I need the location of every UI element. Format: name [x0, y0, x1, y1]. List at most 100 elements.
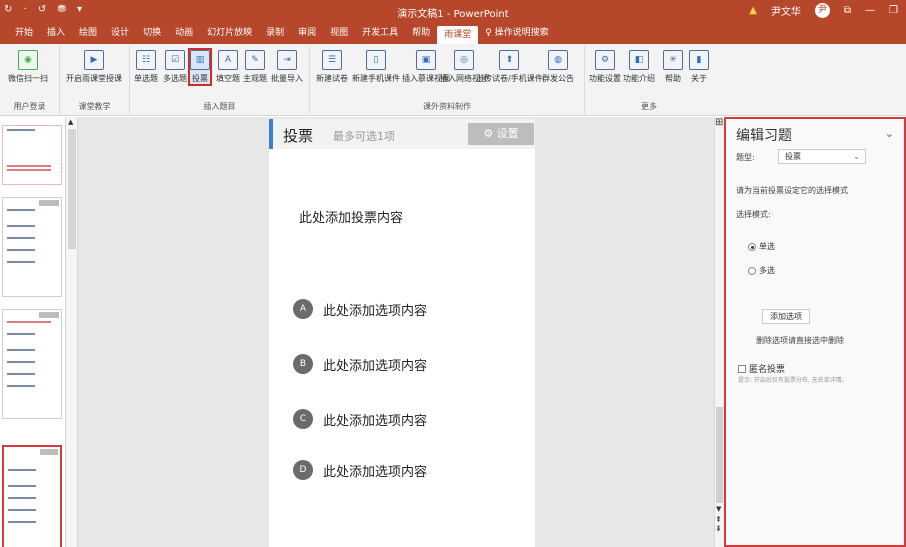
mode-multi-radio[interactable]: 多选: [748, 265, 775, 276]
option-text: 此处添加选项内容: [323, 413, 428, 429]
add-option-button[interactable]: 添加选项: [762, 309, 810, 324]
question-subtitle: 最多可选1项: [333, 130, 395, 143]
option-d[interactable]: D 此处添加选项内容: [293, 460, 427, 480]
group-user-login: ◉ 微信扫一扫 用户登录: [0, 46, 60, 114]
wechat-icon: ◉: [18, 50, 38, 70]
thumbnail-line: [7, 361, 35, 363]
thumbnail-line: [7, 321, 51, 323]
tab-record[interactable]: 录制: [259, 22, 291, 44]
import-icon: ⇥: [277, 50, 297, 70]
canvas-scrollbar[interactable]: ⊞ ▼ ⇞ ⇟: [714, 117, 724, 547]
ribbon: ◉ 微信扫一扫 用户登录 ▶ 开启雨课堂授课 课堂教学 ☷ 单选题 ☑ 多选题 …: [0, 44, 906, 116]
single-choice-button[interactable]: ☷ 单选题: [134, 50, 158, 84]
multi-choice-icon: ☑: [165, 50, 185, 70]
upload-exam-label: 上传试卷/手机课件: [476, 74, 543, 83]
new-exam-button[interactable]: ☰ 新建试卷: [316, 50, 348, 84]
tab-developer[interactable]: 开发工具: [355, 22, 405, 44]
option-text: 此处添加选项内容: [323, 303, 428, 319]
multi-choice-button[interactable]: ☑ 多选题: [163, 50, 187, 84]
collapse-pane-icon[interactable]: ⊞: [715, 117, 723, 128]
tell-me-search[interactable]: ♀ 操作说明搜索: [478, 22, 555, 44]
upload-exam-button[interactable]: ⬆ 上传试卷/手机课件: [476, 50, 543, 84]
option-a[interactable]: A 此处添加选项内容: [293, 299, 427, 319]
group-classroom: ▶ 开启雨课堂授课 课堂教学: [60, 46, 130, 114]
thumbnail-line: [7, 249, 35, 251]
tab-view[interactable]: 视图: [323, 22, 355, 44]
vote-button[interactable]: ▥ 投票: [188, 48, 212, 86]
start-class-button[interactable]: ▶ 开启雨课堂授课: [66, 50, 122, 84]
group-label-classroom: 课堂教学: [78, 102, 111, 111]
slide-thumbnail[interactable]: [2, 197, 62, 297]
announcement-label: 群发公告: [542, 74, 574, 83]
mode-label: 选择模式:: [736, 210, 771, 219]
mode-single-radio[interactable]: 单选: [748, 241, 775, 252]
thumbnail-line: [7, 165, 51, 167]
help-button[interactable]: ✳ 帮助: [663, 50, 683, 84]
tab-design[interactable]: 设计: [104, 22, 136, 44]
feature-intro-button[interactable]: ◧ 功能介绍: [623, 50, 655, 84]
checkbox-icon: [738, 364, 746, 373]
new-mobile-courseware-label: 新建手机课件: [352, 74, 400, 83]
question-type-select[interactable]: 投票 ⌄: [778, 149, 866, 164]
option-letter: C: [293, 409, 313, 429]
announcement-button[interactable]: ◍ 群发公告: [542, 50, 574, 84]
slide-thumbnail[interactable]: [2, 309, 62, 419]
scrollbar-thumb[interactable]: [68, 129, 76, 249]
option-letter: B: [293, 354, 313, 374]
tab-review[interactable]: 审阅: [291, 22, 323, 44]
batch-import-button[interactable]: ⇥ 批量导入: [271, 50, 303, 84]
slide-thumbnail[interactable]: [2, 125, 62, 185]
globe-icon: ◍: [548, 50, 568, 70]
question-type-title: 投票: [283, 127, 314, 145]
tab-transitions[interactable]: 切换: [136, 22, 168, 44]
subjective-label: 主观题: [243, 74, 267, 83]
new-mobile-courseware-button[interactable]: ▯ 新建手机课件: [352, 50, 400, 84]
thumbnail-line: [7, 209, 35, 211]
radio-icon: [748, 242, 756, 251]
subjective-button[interactable]: ✎ 主观题: [243, 50, 267, 84]
minimize-button[interactable]: —: [865, 5, 875, 16]
play-icon: ▶: [84, 50, 104, 70]
slide-thumbnail-selected[interactable]: [2, 445, 62, 547]
tab-rain-classroom[interactable]: 雨课堂: [437, 26, 479, 44]
question-header: 投票 最多可选1项 ⚙ 设置: [269, 119, 535, 149]
multi-choice-label: 多选题: [163, 74, 187, 83]
letter-a-icon: A: [218, 50, 238, 70]
slide[interactable]: 投票 最多可选1项 ⚙ 设置 此处添加投票内容 A 此处添加选项内容 B 此处添…: [269, 119, 535, 547]
anonymous-checkbox[interactable]: 匿名投票: [738, 362, 785, 375]
thumbnails-scrollbar[interactable]: ▲: [66, 117, 78, 547]
user-name[interactable]: 尹文华: [771, 3, 801, 18]
thumbnail-line: [7, 129, 35, 131]
scroll-up-icon[interactable]: ▲: [68, 118, 73, 126]
settings-button[interactable]: ⚙ 功能设置: [589, 50, 621, 84]
option-c[interactable]: C 此处添加选项内容: [293, 409, 427, 429]
slide-canvas[interactable]: 投票 最多可选1项 ⚙ 设置 此处添加投票内容 A 此处添加选项内容 B 此处添…: [78, 117, 714, 547]
question-type-label: 题型:: [736, 153, 755, 162]
slide-thumbnails-pane[interactable]: [0, 117, 66, 547]
tab-slideshow[interactable]: 幻灯片放映: [200, 22, 259, 44]
thumbnail-line: [7, 225, 35, 227]
wechat-scan-button[interactable]: ◉ 微信扫一扫: [8, 50, 48, 84]
tab-help[interactable]: 帮助: [405, 22, 437, 44]
page-navigation-icon[interactable]: ⇞ ⇟: [715, 515, 722, 533]
tab-draw[interactable]: 绘图: [72, 22, 104, 44]
about-icon: ▮: [689, 50, 709, 70]
about-button[interactable]: ▮ 关于: [689, 50, 709, 84]
warning-icon[interactable]: ▲: [749, 5, 757, 16]
avatar[interactable]: 尹: [814, 3, 830, 18]
radio-icon: [748, 266, 756, 275]
chevron-down-icon[interactable]: ⌄: [885, 127, 894, 140]
scrollbar-thumb[interactable]: [716, 407, 723, 503]
subjective-icon: ✎: [245, 50, 265, 70]
tab-home[interactable]: 开始: [8, 22, 40, 44]
fill-blank-button[interactable]: A 填空题: [216, 50, 240, 84]
maximize-button[interactable]: ❐: [889, 5, 898, 16]
option-b[interactable]: B 此处添加选项内容: [293, 354, 427, 374]
vote-prompt[interactable]: 此处添加投票内容: [299, 207, 403, 226]
ribbon-display-icon[interactable]: ⧉: [844, 5, 851, 16]
thumbnail-header: [39, 200, 59, 206]
tab-insert[interactable]: 插入: [40, 22, 72, 44]
question-settings-button[interactable]: ⚙ 设置: [468, 123, 534, 145]
tab-animations[interactable]: 动画: [168, 22, 200, 44]
scroll-down-icon[interactable]: ▼: [716, 505, 721, 513]
